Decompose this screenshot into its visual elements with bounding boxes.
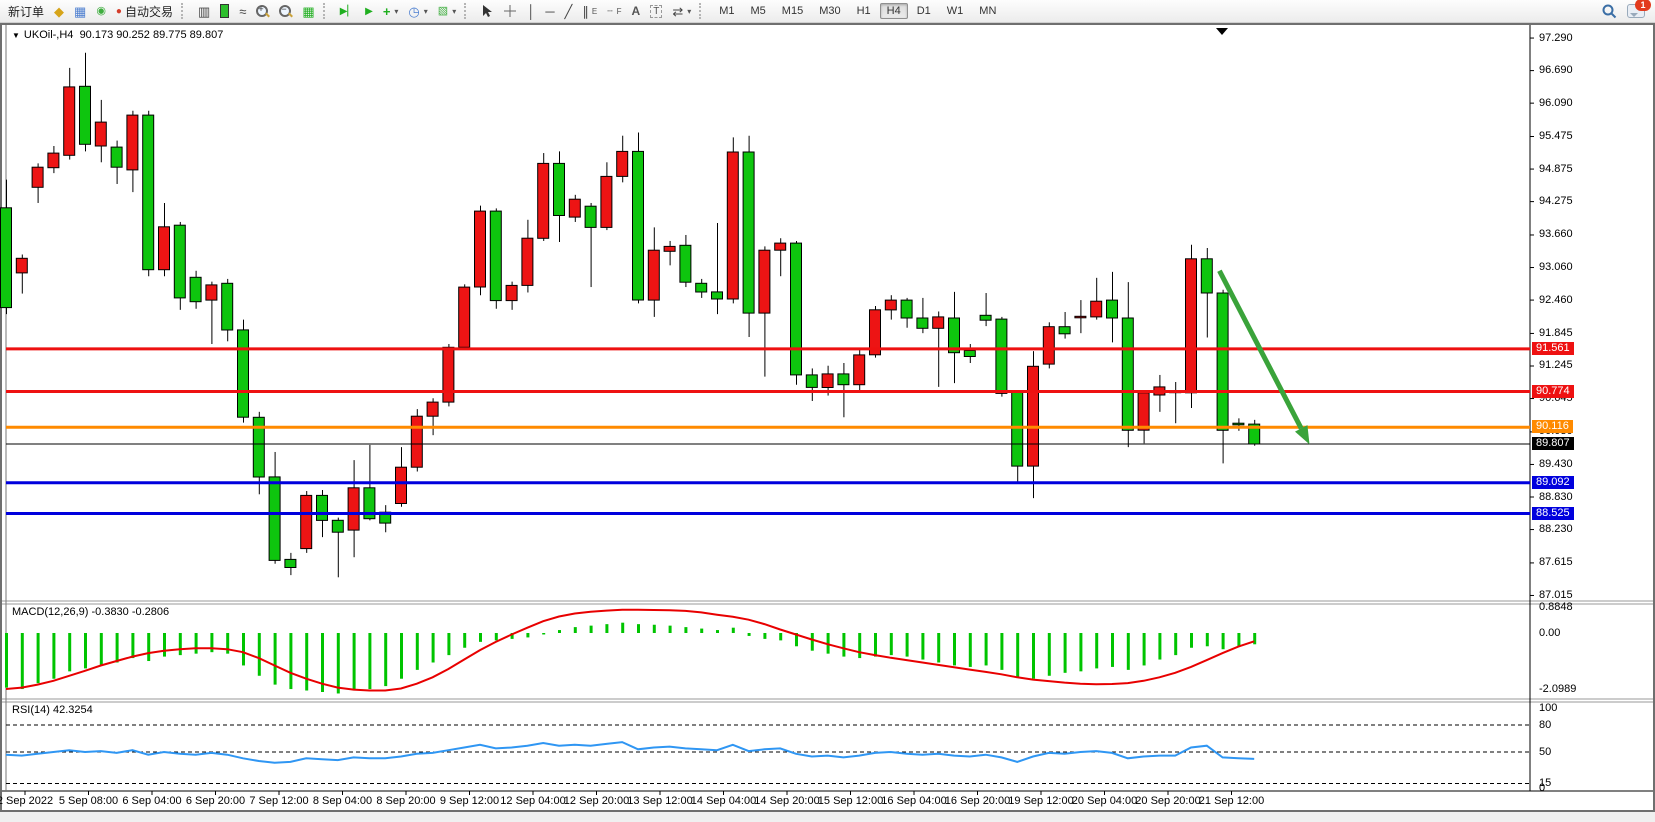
candle-body — [32, 167, 43, 187]
candle-body — [522, 238, 533, 285]
candle-body — [554, 163, 565, 215]
candle-body — [285, 559, 296, 567]
candle-body — [459, 287, 470, 347]
candle-body — [885, 300, 896, 310]
candles-group — [1, 53, 1260, 578]
candle-body — [980, 315, 991, 320]
candle-body — [269, 477, 280, 561]
candle-body — [822, 374, 833, 388]
price-tag-88.525[interactable]: 88.525 — [1532, 507, 1574, 520]
candle-body — [538, 163, 549, 238]
price-tag-91.561[interactable]: 91.561 — [1532, 342, 1574, 355]
candle-body — [806, 375, 817, 388]
mt4-application: 新订单 ◆ ▦ ◉ ● 自动交易 ▥ ≈ + − ▦ ▶▏ ▶ + ▾ ◷ ▾ — [0, 0, 1655, 822]
candle-body — [301, 495, 312, 548]
candle-body — [838, 374, 849, 385]
candle-body — [174, 225, 185, 298]
candle-body — [696, 283, 707, 292]
candle-body — [206, 285, 217, 300]
candle-body — [648, 250, 659, 300]
status-strip — [0, 812, 1655, 822]
candle-body — [585, 206, 596, 227]
candle-body — [159, 227, 170, 270]
candle-body — [427, 402, 438, 416]
candle-body — [633, 151, 644, 300]
candle-body — [475, 211, 486, 287]
candle-body — [95, 122, 106, 146]
candle-body — [64, 87, 75, 155]
candle-body — [775, 243, 786, 250]
candle-body — [743, 152, 754, 313]
candle-body — [1186, 259, 1197, 393]
candle-body — [443, 347, 454, 402]
candle-body — [1217, 293, 1228, 430]
candle-body — [348, 488, 359, 530]
candle-body — [854, 355, 865, 385]
candle-body — [411, 416, 422, 467]
candle-body — [601, 176, 612, 227]
candle-body — [1107, 300, 1118, 318]
price-tag-90.774[interactable]: 90.774 — [1532, 385, 1574, 398]
candle-body — [759, 250, 770, 313]
candle-body — [1091, 301, 1102, 317]
candle-body — [680, 245, 691, 282]
candle-body — [238, 330, 249, 417]
candle-body — [1138, 393, 1149, 430]
candle-body — [664, 246, 675, 251]
candle-body — [996, 319, 1007, 393]
candle-body — [1075, 316, 1086, 318]
price-tag-89.092[interactable]: 89.092 — [1532, 476, 1574, 489]
candle-body — [317, 495, 328, 520]
candle-body — [16, 258, 27, 273]
candle-body — [506, 285, 517, 300]
candle-body — [48, 153, 59, 168]
candle-body — [933, 317, 944, 328]
candle-body — [791, 243, 802, 375]
price-tag-89.807[interactable]: 89.807 — [1532, 437, 1574, 450]
candle-body — [143, 115, 154, 270]
candle-body — [1012, 392, 1023, 466]
candle-body — [617, 151, 628, 176]
candle-body — [1122, 318, 1133, 430]
candle-body — [901, 300, 912, 318]
candle-body — [190, 277, 201, 301]
macd-signal-line — [6, 610, 1254, 691]
candle-body — [1059, 327, 1070, 334]
candle-body — [964, 351, 975, 357]
candle-body — [80, 86, 91, 144]
candle-body — [569, 199, 580, 217]
candle-body — [332, 520, 343, 532]
candle-body — [1, 208, 12, 308]
price-chart-canvas[interactable] — [0, 0, 1655, 822]
shift-marker-icon — [1216, 28, 1228, 35]
candle-body — [1028, 366, 1039, 466]
candle-body — [712, 292, 723, 299]
candle-body — [396, 467, 407, 503]
candle-body — [1043, 327, 1054, 364]
price-tag-90.116[interactable]: 90.116 — [1532, 420, 1573, 433]
candle-body — [917, 318, 928, 328]
candle-body — [111, 147, 122, 167]
candle-body — [222, 283, 233, 330]
candle-body — [1233, 423, 1244, 425]
candle-body — [127, 115, 138, 170]
candle-body — [1201, 259, 1212, 293]
candle-body — [490, 211, 501, 301]
candle-body — [727, 152, 738, 299]
